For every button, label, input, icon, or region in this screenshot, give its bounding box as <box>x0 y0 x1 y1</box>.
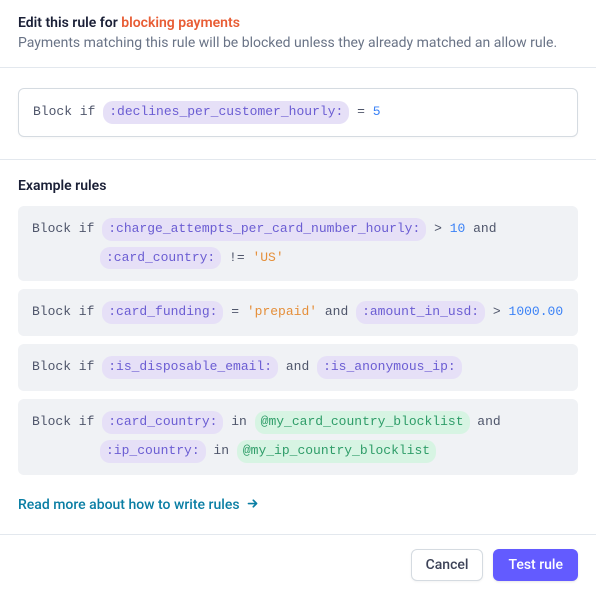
example-code-line: :ip_country: in @my_ip_country_blocklist <box>32 440 564 463</box>
example-rule: Block if :is_disposable_email: and :is_a… <box>18 344 578 391</box>
rule-editor[interactable]: Block if :declines_per_customer_hourly: … <box>18 88 578 137</box>
token-list: @my_card_country_blocklist <box>255 411 470 434</box>
token-op: != <box>221 250 252 265</box>
token-kw: Block if <box>32 414 102 429</box>
test-rule-button[interactable]: Test rule <box>493 549 578 581</box>
page-title: Edit this rule for blocking payments <box>18 15 578 31</box>
token-kw: in <box>206 443 237 458</box>
title-accent: blocking payments <box>121 15 240 31</box>
token-kw: and <box>465 221 496 236</box>
keyword-block-if: Block if <box>33 104 95 119</box>
examples-section: Example rules Block if :charge_attempts_… <box>0 160 596 534</box>
example-rule: Block if :card_country: in @my_card_coun… <box>18 399 578 475</box>
example-code-line: Block if :is_disposable_email: and :is_a… <box>32 356 564 379</box>
arrow-right-icon <box>246 497 259 514</box>
token-kw: and <box>470 414 501 429</box>
token-num: 10 <box>450 221 466 236</box>
token-attr: :card_country: <box>100 247 221 270</box>
rule-editor-section: Block if :declines_per_customer_hourly: … <box>0 68 596 160</box>
read-more-label: Read more about how to write rules <box>18 497 240 513</box>
cancel-button[interactable]: Cancel <box>411 549 484 581</box>
token-kw: and <box>278 359 317 374</box>
token-attr: :is_disposable_email: <box>102 356 278 379</box>
examples-title: Example rules <box>18 178 578 194</box>
token-kw: Block if <box>32 359 102 374</box>
token-attr: :card_funding: <box>102 301 223 324</box>
token-attr: :amount_in_usd: <box>356 301 485 324</box>
example-code-line: :card_country: != 'US' <box>32 247 564 270</box>
header: Edit this rule for blocking payments Pay… <box>0 0 596 68</box>
read-more-link[interactable]: Read more about how to write rules <box>18 497 259 514</box>
example-code-line: Block if :card_country: in @my_card_coun… <box>32 411 564 434</box>
token-attr: :ip_country: <box>100 440 206 463</box>
page-subtitle: Payments matching this rule will be bloc… <box>18 35 578 51</box>
token-num: 1000.00 <box>509 304 564 319</box>
token-op: > <box>485 304 508 319</box>
token-op: = <box>223 304 246 319</box>
token-attr: :card_country: <box>102 411 223 434</box>
rule-code: Block if :declines_per_customer_hourly: … <box>33 101 563 124</box>
rule-value: 5 <box>373 104 381 119</box>
token-attr: :is_anonymous_ip: <box>317 356 462 379</box>
token-kw: Block if <box>32 221 102 236</box>
example-rule: Block if :charge_attempts_per_card_numbe… <box>18 206 578 282</box>
example-code-line: Block if :card_funding: = 'prepaid' and … <box>32 301 564 324</box>
token-kw: and <box>317 304 356 319</box>
token-attr: :charge_attempts_per_card_number_hourly: <box>102 218 426 241</box>
footer: Cancel Test rule <box>0 534 596 595</box>
token-str: 'US' <box>252 250 283 265</box>
rule-operator: = <box>357 104 373 119</box>
token-kw: Block if <box>32 304 102 319</box>
example-code-line: Block if :charge_attempts_per_card_numbe… <box>32 218 564 241</box>
token-str: 'prepaid' <box>247 304 317 319</box>
rule-attribute: :declines_per_customer_hourly: <box>103 101 349 124</box>
token-op: > <box>426 221 449 236</box>
title-prefix: Edit this rule for <box>18 15 121 31</box>
example-rule: Block if :card_funding: = 'prepaid' and … <box>18 289 578 336</box>
token-list: @my_ip_country_blocklist <box>237 440 436 463</box>
token-kw: in <box>223 414 254 429</box>
